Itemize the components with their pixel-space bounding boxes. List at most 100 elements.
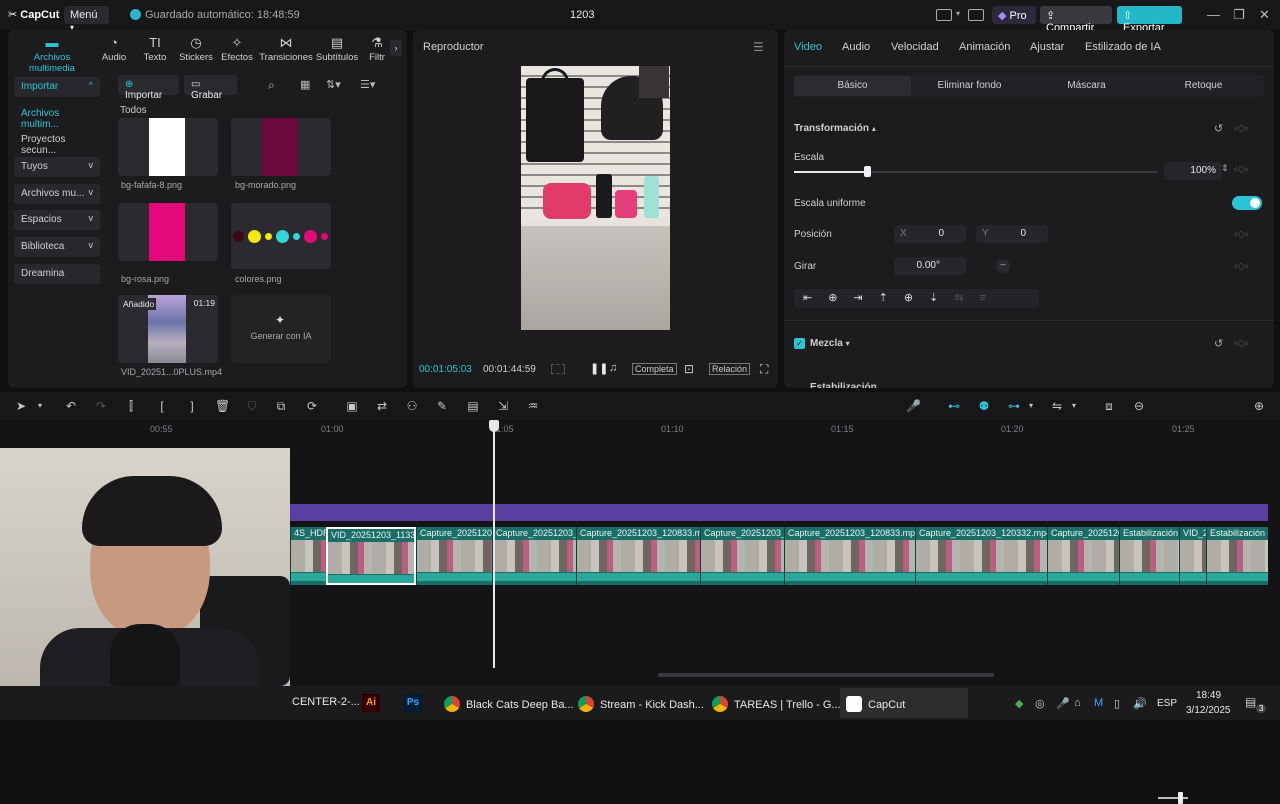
sidebar-item-media-files-2[interactable]: Archivos mu... v — [14, 184, 100, 204]
video-clip[interactable]: Estabilización — [1206, 527, 1268, 585]
effect-track-clip[interactable] — [290, 504, 1268, 521]
tab-subtitles[interactable]: ▤ Subtítulos — [314, 36, 360, 64]
align-toolbar[interactable]: ⇤⊕⇥⇡⊕⇣⇆≡ — [794, 289, 1039, 308]
video-clip[interactable]: Capture_20251203_1 — [700, 527, 784, 585]
tab-audio[interactable]: ◔ Audio — [92, 36, 136, 64]
grid-view-icon[interactable]: ▦ — [300, 78, 310, 91]
volume-icon[interactable]: 🔊 — [1133, 697, 1147, 710]
zoom-in-icon[interactable]: ⊕ — [1252, 399, 1266, 413]
playhead[interactable] — [493, 420, 495, 668]
layout-chevron-icon[interactable]: ▾ — [956, 9, 960, 18]
keyframe-nav-icon[interactable]: ‹◇› — [1234, 261, 1248, 272]
import-button[interactable]: ⊕ Importar — [118, 75, 179, 101]
select-tool-icon[interactable]: ➤ — [14, 399, 28, 413]
auto-snap-icon[interactable]: ⚉ — [977, 399, 991, 413]
blend-checkbox[interactable]: ✓ — [794, 338, 805, 349]
reverse-icon[interactable]: ⇄ — [375, 399, 389, 413]
search-icon[interactable]: ⌕ — [268, 78, 275, 93]
tray-icon-m[interactable]: M — [1094, 697, 1103, 709]
video-clip[interactable]: Capture_20251203_120332.mp4 — [915, 527, 1047, 585]
video-clip[interactable]: VID_2( — [1179, 527, 1206, 585]
player-menu-icon[interactable]: ☰ — [753, 40, 764, 54]
sidebar-item-secondary-projects[interactable]: Proyectos secun... — [14, 130, 100, 156]
media-item-video[interactable]: Añadido 01:19 — [118, 295, 218, 363]
keyframe-nav-icon[interactable]: ‹◇› — [1234, 164, 1248, 175]
position-x-input[interactable]: X0 — [894, 225, 966, 243]
media-item-colores[interactable] — [231, 203, 331, 269]
preview-axis-icon[interactable]: ⇋ — [1050, 399, 1064, 413]
minimize-icon[interactable]: — — [1207, 7, 1220, 22]
link-chevron-icon[interactable]: ▾ — [1024, 399, 1038, 413]
notification-icon[interactable]: ▤ — [1245, 695, 1256, 709]
timeline-grid-icon[interactable] — [551, 364, 565, 374]
taskbar-item-center[interactable]: CENTER-2-... — [286, 688, 366, 718]
tab-animation[interactable]: Animación — [959, 41, 1010, 53]
rotate-input[interactable]: 0.00° — [894, 257, 966, 275]
sort-icon[interactable]: ⇅▾ — [326, 78, 341, 91]
tab-speed[interactable]: Velocidad — [891, 41, 939, 53]
tab-adjust[interactable]: Ajustar — [1030, 41, 1064, 53]
tab-video[interactable]: Video — [794, 41, 822, 53]
sidebar-item-dreamina[interactable]: Dreamina — [14, 264, 100, 284]
split-icon[interactable]: ⫿ — [124, 399, 138, 413]
tray-icon-2[interactable]: ⌂ — [1074, 697, 1081, 709]
split-left-icon[interactable]: [ — [155, 399, 169, 413]
tab-text[interactable]: TI Texto — [133, 36, 177, 64]
pro-button[interactable]: ◆ Pro — [992, 6, 1036, 24]
video-clip[interactable]: Estabilización — [1119, 527, 1179, 585]
video-preview[interactable] — [521, 66, 670, 330]
blend-header[interactable]: Mezcla ▾ — [810, 338, 850, 349]
aspect-ratio-button[interactable]: Relación — [709, 363, 751, 375]
tray-icon-green[interactable]: ◆ — [1015, 697, 1023, 710]
video-clip[interactable]: Capture_20251203_120833.mp — [576, 527, 700, 585]
pause-icon[interactable]: ❚❚ — [590, 362, 608, 375]
zoom-out-icon[interactable]: ⊖ — [1132, 399, 1146, 413]
fullscreen-icon[interactable]: ⛶ — [760, 362, 768, 377]
transform-header[interactable]: Transformación ▴ — [794, 123, 876, 134]
full-quality-button[interactable]: Completa — [632, 363, 677, 375]
video-clip[interactable]: Capture_20251203 — [416, 527, 492, 585]
maximize-icon[interactable]: ❐ — [1233, 7, 1245, 23]
tray-icon-1[interactable]: ◎ — [1035, 697, 1045, 710]
video-clip[interactable]: 4S_HDR — [290, 527, 326, 585]
video-clip[interactable]: Capture_2025120 — [1047, 527, 1119, 585]
media-item-bg-morado[interactable] — [231, 118, 331, 176]
microphone-icon[interactable]: 🎤 — [906, 399, 921, 413]
reset-icon[interactable]: ↺ — [1214, 122, 1223, 135]
sidebar-item-yours[interactable]: Tuyos v — [14, 157, 100, 177]
delete-icon[interactable]: 🗑 — [215, 399, 230, 413]
filter-menu-icon[interactable]: ☰▾ — [360, 78, 375, 91]
microphone-tray-icon[interactable]: 🎤 — [1056, 697, 1070, 710]
keyframe-nav-icon[interactable]: ‹◇› — [1234, 338, 1248, 349]
video-clip-selected[interactable]: VID_20251203_11334 — [326, 527, 416, 585]
sidebar-item-media-files[interactable]: Archivos multim... — [14, 104, 100, 130]
link-icon[interactable]: ⊶ — [1007, 399, 1021, 413]
layout-icon[interactable] — [936, 9, 952, 21]
zoom-slider[interactable] — [1158, 797, 1188, 799]
zoom-slider-handle[interactable] — [1178, 792, 1183, 804]
audio-sync-icon[interactable]: ♫ — [609, 362, 617, 374]
position-y-input[interactable]: Y0 — [976, 225, 1048, 243]
media-item-bg-rosa[interactable] — [118, 203, 218, 261]
language-indicator[interactable]: ESP — [1157, 698, 1177, 709]
sidebar-item-import[interactable]: Importar ^ — [14, 77, 100, 97]
shortcuts-icon[interactable] — [968, 9, 984, 21]
person-icon[interactable]: ⚇ — [405, 399, 419, 413]
audio-wave-icon[interactable]: ♒ — [526, 399, 540, 413]
taskbar-item-capcut[interactable]: CapCut — [840, 688, 968, 718]
keyframe-nav-icon[interactable]: ‹◇› — [1234, 229, 1248, 240]
playhead-handle[interactable] — [489, 420, 499, 432]
magic-wand-icon[interactable]: ✎ — [435, 399, 449, 413]
speed-icon[interactable]: ⟳ — [305, 399, 319, 413]
clock-time[interactable]: 18:49 — [1196, 690, 1221, 701]
taskbar-item-illustrator[interactable]: Ai — [356, 688, 386, 718]
redo-icon[interactable]: ↷ — [94, 399, 108, 413]
preview-axis-chevron-icon[interactable]: ▾ — [1067, 399, 1081, 413]
subtitle-gen-icon[interactable]: ▤ — [466, 399, 480, 413]
scale-slider-handle[interactable] — [863, 166, 871, 177]
tab-filters[interactable]: ⚗ Filtr — [362, 36, 392, 63]
sidebar-item-library[interactable]: Biblioteca v — [14, 237, 100, 257]
scale-stepper-icon[interactable]: ⇕ — [1221, 163, 1229, 174]
ai-generate-card[interactable]: ✦ Generar con IA — [231, 295, 331, 363]
magnet-icon[interactable]: ⊷ — [947, 399, 961, 413]
